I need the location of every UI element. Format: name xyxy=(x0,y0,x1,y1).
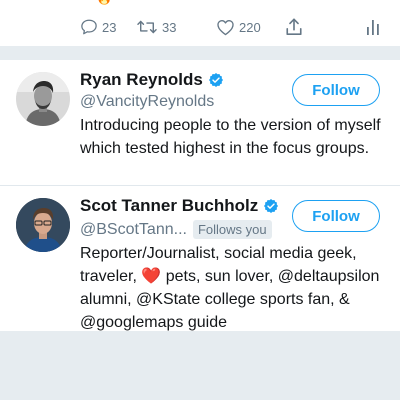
retweet-icon xyxy=(137,20,157,34)
user-card[interactable]: Scot Tanner Buchholz @BScotTann... Follo… xyxy=(0,186,400,331)
share-button[interactable] xyxy=(285,17,303,37)
follows-you-badge: Follows you xyxy=(192,220,272,239)
reply-count: 23 xyxy=(102,19,117,35)
avatar[interactable] xyxy=(16,198,70,252)
follow-button[interactable]: Follow xyxy=(292,200,380,232)
analytics-button[interactable] xyxy=(366,18,380,41)
fire-emoji-icon: 🔥 xyxy=(96,0,112,5)
user-handle[interactable]: @VancityReynolds xyxy=(80,93,214,111)
user-card[interactable]: Ryan Reynolds @VancityReynolds Introduci… xyxy=(0,60,400,186)
handle-row: @BScotTann... Follows you xyxy=(80,220,272,239)
user-bio: Introducing people to the version of mys… xyxy=(80,117,381,157)
retweet-button[interactable]: 33 xyxy=(136,18,176,36)
share-icon xyxy=(286,18,302,36)
reply-button[interactable]: 23 xyxy=(80,18,116,36)
reply-icon xyxy=(81,19,97,35)
previous-tweet-card: 🔥 23 33 220 xyxy=(0,0,400,46)
retweet-count: 33 xyxy=(162,19,177,35)
name-row: Ryan Reynolds xyxy=(80,70,224,90)
avatar[interactable] xyxy=(16,72,70,126)
handle-row: @VancityReynolds xyxy=(80,93,214,111)
heart-emoji-icon: ❤️ xyxy=(141,268,162,285)
user-handle[interactable]: @BScotTann... xyxy=(80,221,187,239)
like-count: 220 xyxy=(239,19,261,35)
user-bio: Reporter/Journalist, social media geek, … xyxy=(80,242,390,334)
verified-badge-icon xyxy=(208,73,223,87)
like-icon xyxy=(217,19,234,36)
like-button[interactable]: 220 xyxy=(216,18,261,36)
follow-button[interactable]: Follow xyxy=(292,74,380,106)
analytics-icon xyxy=(367,20,379,35)
verified-badge-icon xyxy=(264,199,279,213)
user-list: Ryan Reynolds @VancityReynolds Introduci… xyxy=(0,60,400,331)
name-row: Scot Tanner Buchholz xyxy=(80,196,279,216)
section-divider xyxy=(0,46,400,60)
display-name[interactable]: Ryan Reynolds xyxy=(80,70,203,90)
display-name[interactable]: Scot Tanner Buchholz xyxy=(80,196,258,216)
emoji-strip: 🔥 xyxy=(80,0,112,4)
